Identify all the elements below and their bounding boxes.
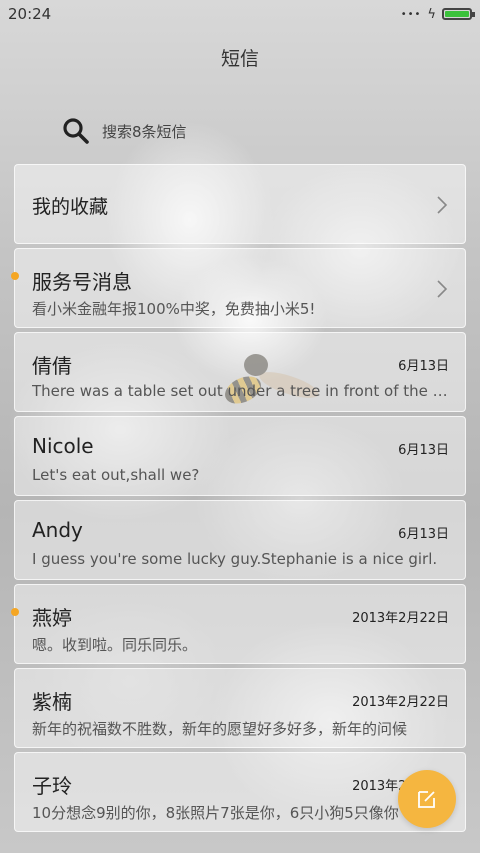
message-date: 6月13日 — [398, 359, 449, 374]
message-date: 6月13日 — [398, 527, 449, 542]
charging-icon: ϟ — [427, 6, 436, 22]
conversation-item[interactable]: Andy 6月13日 I guess you're some lucky guy… — [14, 500, 466, 580]
message-preview: 嗯。收到啦。同乐同乐。 — [32, 636, 198, 654]
status-indicators: ••• ϟ — [400, 6, 475, 22]
message-date: 6月13日 — [398, 443, 449, 458]
message-date: 2013年2月22日 — [352, 695, 449, 710]
battery-level — [445, 11, 469, 17]
contact-name: 倩倩 — [32, 354, 72, 378]
unread-dot — [11, 272, 19, 280]
page-title: 短信 — [220, 48, 259, 70]
search-placeholder: 搜索8条短信 — [102, 122, 187, 141]
message-date: 2013年2月22日 — [352, 611, 449, 626]
message-preview: Let's eat out,shall we? — [32, 466, 200, 484]
contact-name: Andy — [32, 518, 83, 542]
conversation-item[interactable]: Nicole 6月13日 Let's eat out,shall we? — [14, 416, 466, 496]
chevron-right-icon — [437, 196, 448, 214]
service-messages-title: 服务号消息 — [32, 270, 132, 294]
contact-name: 紫楠 — [32, 690, 72, 714]
favorites-item[interactable]: 我的收藏 — [14, 164, 466, 244]
status-bar: 20:24 ••• ϟ — [0, 0, 480, 28]
conversation-list: 我的收藏 服务号消息 看小米金融年报100%中奖，免费抽小米5! 倩倩 6月13… — [11, 164, 466, 836]
search-bar[interactable]: 搜索8条短信 — [62, 116, 422, 146]
message-preview: 新年的祝福数不胜数，新年的愿望好多好多，新年的问候 — [32, 720, 408, 738]
conversation-item[interactable]: 倩倩 6月13日 There was a table set out under… — [14, 332, 466, 412]
battery-icon — [442, 8, 475, 20]
search-icon — [63, 118, 89, 144]
conversation-item[interactable]: 紫楠 2013年2月22日 新年的祝福数不胜数，新年的愿望好多好多，新年的问候 — [14, 668, 466, 748]
service-messages-item[interactable]: 服务号消息 看小米金融年报100%中奖，免费抽小米5! — [11, 248, 466, 328]
unread-dot — [11, 608, 19, 616]
message-preview: I guess you're some lucky guy.Stephanie … — [32, 550, 438, 568]
service-messages-preview: 看小米金融年报100%中奖，免费抽小米5! — [32, 300, 316, 318]
signal-icon: ••• — [400, 8, 422, 20]
message-preview: There was a table set out under a tree i… — [32, 382, 452, 400]
contact-name: 燕婷 — [32, 606, 72, 630]
favorites-title: 我的收藏 — [32, 196, 109, 218]
new-message-button[interactable] — [398, 770, 456, 828]
message-preview: 10分想念9别的你，8张照片7张是你，6只小狗5只像你 — [32, 804, 399, 822]
contact-name: Nicole — [32, 434, 94, 458]
conversation-item[interactable]: 燕婷 2013年2月22日 嗯。收到啦。同乐同乐。 — [11, 584, 466, 664]
contact-name: 子玲 — [32, 774, 72, 798]
status-time: 20:24 — [8, 5, 52, 23]
chevron-right-icon — [437, 280, 448, 298]
compose-icon — [418, 791, 435, 808]
